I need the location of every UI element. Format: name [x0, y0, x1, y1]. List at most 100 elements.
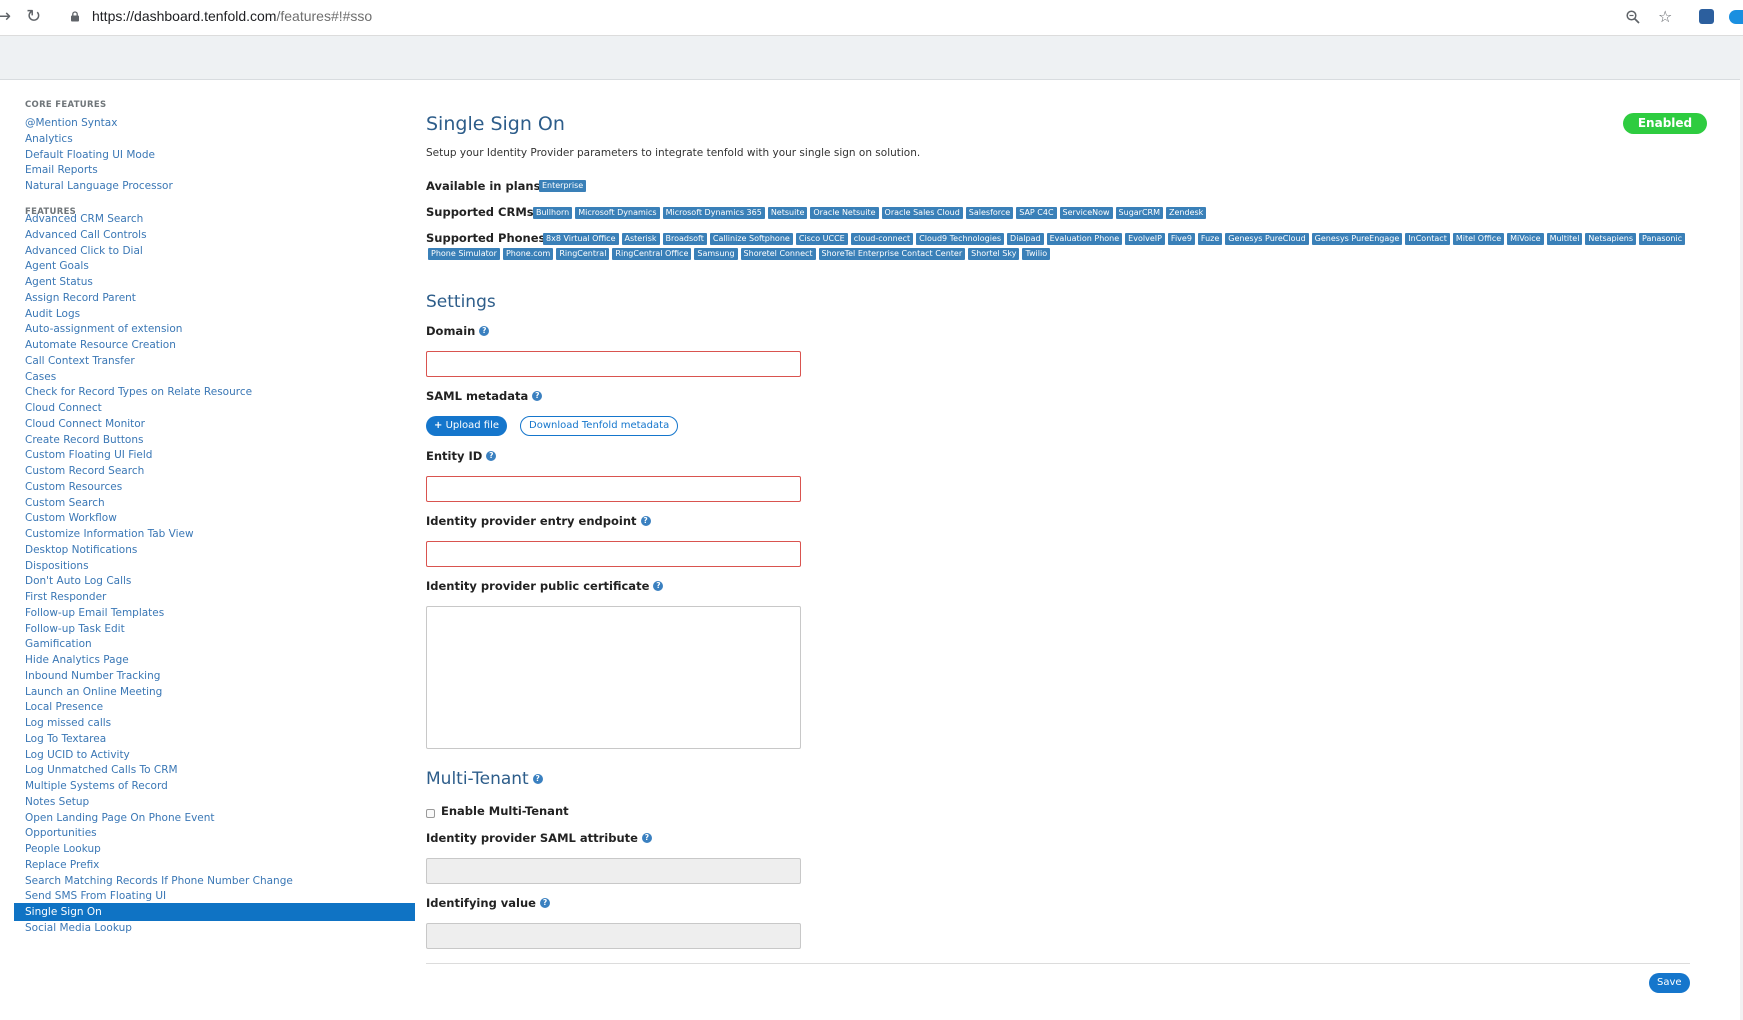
sidebar-item[interactable]: Custom Floating UI Field — [25, 449, 152, 461]
zoom-icon[interactable] — [1626, 10, 1640, 24]
sidebar-item[interactable]: Local Presence — [25, 701, 103, 713]
sidebar-item[interactable]: Create Record Buttons — [25, 434, 143, 446]
sidebar-item[interactable]: Custom Workflow — [25, 512, 117, 524]
sidebar-item[interactable]: Agent Goals — [25, 260, 89, 272]
sidebar-item[interactable]: Natural Language Processor — [25, 180, 173, 192]
sidebar-item[interactable]: Notes Setup — [25, 796, 89, 808]
help-icon[interactable]: ? — [532, 774, 543, 784]
sidebar-item[interactable]: Advanced CRM Search — [25, 213, 143, 225]
extension-icon-2[interactable] — [1729, 10, 1743, 24]
plus-icon: + — [434, 420, 443, 431]
sidebar-item[interactable]: First Responder — [25, 591, 106, 603]
sidebar-item[interactable]: Cloud Connect — [25, 402, 102, 414]
sidebar-item[interactable]: Default Floating UI Mode — [25, 149, 155, 161]
domain-input[interactable] — [426, 351, 801, 377]
sidebar-item[interactable]: Gamification — [25, 638, 92, 650]
tag: Panasonic — [1639, 233, 1686, 245]
sidebar-item[interactable]: Advanced Call Controls — [25, 229, 147, 241]
tag: Dialpad — [1007, 233, 1044, 245]
upload-file-button[interactable]: + Upload file — [426, 416, 508, 436]
help-icon[interactable]: ? — [479, 326, 490, 336]
help-icon[interactable]: ? — [532, 391, 543, 401]
help-icon[interactable]: ? — [486, 451, 497, 461]
sidebar-item[interactable]: Desktop Notifications — [25, 544, 137, 556]
tag: Zendesk — [1166, 207, 1207, 219]
address-bar[interactable]: https://dashboard.tenfold.com/features#!… — [60, 3, 1650, 31]
sidebar-item[interactable]: Agent Status — [25, 276, 93, 288]
tag: Evaluation Phone — [1046, 233, 1123, 245]
tag: Microsoft Dynamics 365 — [662, 207, 765, 219]
sidebar-item[interactable]: Assign Record Parent — [25, 292, 136, 304]
enable-multitenant-checkbox[interactable] — [426, 809, 435, 818]
sidebar-item[interactable]: Custom Resources — [25, 481, 122, 493]
sidebar-item[interactable]: Open Landing Page On Phone Event — [25, 812, 215, 824]
sidebar-item[interactable]: Don't Auto Log Calls — [25, 575, 131, 587]
identifying-value-input[interactable] — [426, 923, 801, 949]
sidebar-item[interactable]: Replace Prefix — [25, 859, 99, 871]
saml-attribute-input[interactable] — [426, 858, 801, 884]
help-icon[interactable]: ? — [641, 833, 652, 843]
help-icon[interactable]: ? — [640, 516, 651, 526]
tag: EvolveIP — [1125, 233, 1165, 245]
tag: Mitel Office — [1452, 233, 1505, 245]
sidebar-item[interactable]: Hide Analytics Page — [25, 654, 129, 666]
saml-attribute-label-text: Identity provider SAML attribute — [426, 831, 638, 845]
saml-metadata-label: SAML metadata ? — [426, 389, 543, 403]
sidebar-item[interactable]: Follow-up Email Templates — [25, 607, 164, 619]
sidebar-item[interactable]: Follow-up Task Edit — [25, 623, 125, 635]
sidebar-item[interactable]: Opportunities — [25, 827, 97, 839]
certificate-textarea[interactable] — [426, 606, 801, 749]
crms-tags: Bullhorn Microsoft Dynamics Microsoft Dyna… — [533, 207, 1207, 219]
sidebar-item[interactable]: Multiple Systems of Record — [25, 780, 168, 792]
bookmark-star-icon[interactable]: ☆ — [1658, 6, 1672, 28]
sidebar-item[interactable]: Analytics — [25, 133, 73, 145]
sidebar-item[interactable]: Dispositions — [25, 560, 89, 572]
domain-label-text: Domain — [426, 324, 476, 338]
sidebar-item[interactable]: Email Reports — [25, 164, 98, 176]
page-title: Single Sign On — [426, 113, 565, 135]
entity-id-label-text: Entity ID — [426, 449, 483, 463]
sidebar-item[interactable]: Cloud Connect Monitor — [25, 418, 145, 430]
help-icon[interactable]: ? — [653, 581, 664, 591]
reload-icon[interactable]: ↻ — [26, 6, 41, 28]
entity-id-input[interactable] — [426, 476, 801, 502]
sidebar-item[interactable]: Custom Search — [25, 497, 105, 509]
sidebar-item[interactable]: Check for Record Types on Relate Resourc… — [25, 386, 252, 398]
help-icon[interactable]: ? — [540, 898, 550, 908]
sidebar-item[interactable]: Advanced Click to Dial — [25, 245, 143, 257]
enable-multitenant-label[interactable]: Enable Multi-Tenant — [441, 804, 569, 818]
sidebar-item[interactable]: Search Matching Records If Phone Number … — [25, 875, 293, 887]
sidebar-item[interactable]: Send SMS From Floating UI — [25, 890, 166, 902]
sidebar-item[interactable]: Call Context Transfer — [25, 355, 135, 367]
tag: Netsapiens — [1585, 233, 1636, 245]
identifying-value-label: Identifying value ? — [426, 896, 550, 910]
url-text: https://dashboard.tenfold.com/features#!… — [92, 8, 373, 24]
phones-label: Supported Phones: — [426, 231, 550, 245]
sidebar-item[interactable]: Automate Resource Creation — [25, 339, 176, 351]
sidebar-item-active[interactable]: Single Sign On — [14, 903, 415, 921]
sidebar-item[interactable]: Audit Logs — [25, 308, 80, 320]
endpoint-input[interactable] — [426, 541, 801, 567]
sidebar-item[interactable]: Launch an Online Meeting — [25, 686, 162, 698]
tag: Cisco UCCE — [795, 233, 848, 245]
sidebar-item[interactable]: @Mention Syntax — [25, 117, 117, 129]
sidebar-item[interactable]: Customize Information Tab View — [25, 528, 194, 540]
sidebar-item[interactable]: Inbound Number Tracking — [25, 670, 160, 682]
sidebar-item[interactable]: Auto-assignment of extension — [25, 323, 182, 335]
sidebar-item[interactable]: Log To Textarea — [25, 733, 106, 745]
tag: Callinize Softphone — [709, 233, 793, 245]
sidebar-item[interactable]: Log Unmatched Calls To CRM — [25, 764, 178, 776]
sidebar-item[interactable]: People Lookup — [25, 843, 101, 855]
viewport: → ↻ https://dashboard.tenfold.com/featur… — [0, 0, 1743, 1020]
sidebar-item[interactable]: Log missed calls — [25, 717, 111, 729]
back-arrow-icon[interactable]: → — [0, 6, 11, 28]
sidebar-item[interactable]: Cases — [25, 371, 56, 383]
save-button[interactable]: Save — [1649, 973, 1690, 993]
sidebar-item[interactable]: Log UCID to Activity — [25, 749, 130, 761]
sidebar-item[interactable]: Custom Record Search — [25, 465, 144, 477]
download-metadata-button[interactable]: Download Tenfold metadata — [520, 416, 679, 436]
sidebar-item[interactable]: Social Media Lookup — [25, 922, 132, 934]
tag: Oracle Sales Cloud — [881, 207, 963, 219]
extension-icon[interactable] — [1699, 9, 1714, 24]
status-badge[interactable]: Enabled — [1623, 113, 1707, 134]
